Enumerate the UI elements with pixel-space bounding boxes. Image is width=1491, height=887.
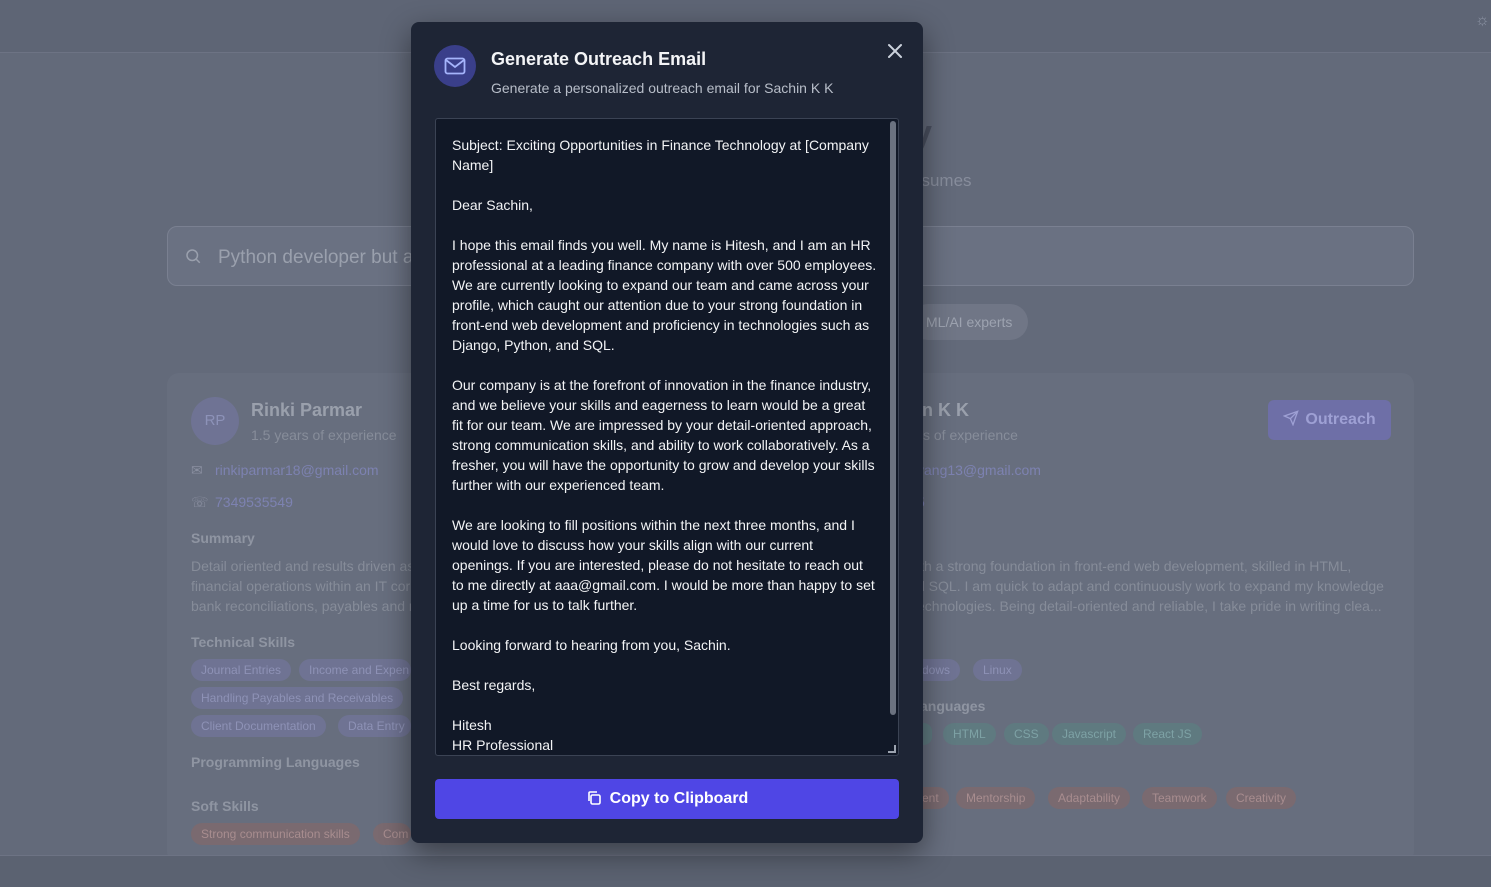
avatar: RP xyxy=(191,397,239,445)
language-tag: React JS xyxy=(1133,723,1202,745)
soft-skill-tag: Strong communication skills xyxy=(191,823,360,845)
phone-icon: ☏ xyxy=(191,494,209,510)
candidate-experience: s of experience xyxy=(923,427,1018,443)
skill-tag: Data Entry xyxy=(338,715,411,737)
mail-icon: ✉ xyxy=(191,462,203,478)
close-icon[interactable] xyxy=(885,41,905,61)
candidate-email-text: rinkiparmar18@gmail.com xyxy=(215,462,379,478)
search-icon xyxy=(184,247,202,265)
outreach-button[interactable]: Outreach xyxy=(1268,400,1391,440)
candidate-phone[interactable]: ☏ 7349535549 xyxy=(191,494,293,511)
summary-line: echnologies. Being detail-oriented and r… xyxy=(917,598,1382,614)
soft-skill-tag: Mentorship xyxy=(956,787,1036,809)
programming-languages-heading: Programming Languages xyxy=(191,754,360,770)
soft-skills-heading: Soft Skills xyxy=(191,798,259,814)
mail-icon xyxy=(434,45,476,87)
candidate-phone-text: 7349535549 xyxy=(215,494,293,510)
scroll-thumb[interactable] xyxy=(890,121,896,715)
resize-handle-icon[interactable] xyxy=(888,745,896,753)
candidate-experience: 1.5 years of experience xyxy=(251,427,397,443)
candidate-email[interactable]: yang13@gmail.com xyxy=(917,462,1041,478)
candidate-name: in K K xyxy=(917,400,969,420)
skill-tag: Handling Payables and Receivables xyxy=(191,687,404,709)
skill-tag: Linux xyxy=(973,659,1022,681)
summary-line: Detail oriented and results driven as xyxy=(191,558,411,574)
skill-tag: Client Documentation xyxy=(191,715,326,737)
technical-skills-heading: Technical Skills xyxy=(191,634,296,650)
summary-line: ith a strong foundation in front-end web… xyxy=(917,558,1352,574)
soft-skill-tag: Adaptability xyxy=(1048,787,1131,809)
suggestion-chip[interactable]: ML/AI experts xyxy=(910,304,1029,340)
programming-languages-heading: anguages xyxy=(920,698,986,714)
candidate-email[interactable]: ✉ rinkiparmar18@gmail.com xyxy=(191,462,379,479)
email-body[interactable]: Subject: Exciting Opportunities in Finan… xyxy=(452,135,877,755)
copy-label: Copy to Clipboard xyxy=(609,790,749,807)
theme-toggle-icon[interactable]: ☼ xyxy=(1475,12,1490,32)
language-tag: Javascript xyxy=(1052,723,1127,745)
soft-skill-tag: Com xyxy=(373,823,411,845)
soft-skill-tag: Creativity xyxy=(1226,787,1297,809)
modal-subtitle: Generate a personalized outreach email f… xyxy=(491,80,834,96)
footer xyxy=(0,855,1491,887)
language-tag: HTML xyxy=(943,723,996,745)
send-icon xyxy=(1282,410,1300,427)
outreach-email-modal: Generate Outreach Email Generate a perso… xyxy=(411,22,923,843)
email-textarea[interactable]: Subject: Exciting Opportunities in Finan… xyxy=(435,118,899,756)
soft-skill-tag: Teamwork xyxy=(1142,787,1217,809)
candidate-name: Rinki Parmar xyxy=(251,400,363,420)
copy-to-clipboard-button[interactable]: Copy to Clipboard xyxy=(435,779,899,819)
summary-line: d SQL. I am quick to adapt and continuou… xyxy=(917,578,1384,594)
summary-line: financial operations within an IT cor xyxy=(191,578,411,594)
skill-tag: Income and Expen xyxy=(299,659,411,681)
summary-line: bank reconciliations, payables and r xyxy=(191,598,411,614)
outreach-label: Outreach xyxy=(1305,411,1376,428)
textarea-scrollbar[interactable] xyxy=(889,119,897,755)
skill-tag: Journal Entries xyxy=(191,659,292,681)
language-tag: CSS xyxy=(1004,723,1049,745)
clipboard-icon xyxy=(587,791,601,805)
modal-title: Generate Outreach Email xyxy=(491,49,707,69)
summary-heading: Summary xyxy=(191,530,255,546)
